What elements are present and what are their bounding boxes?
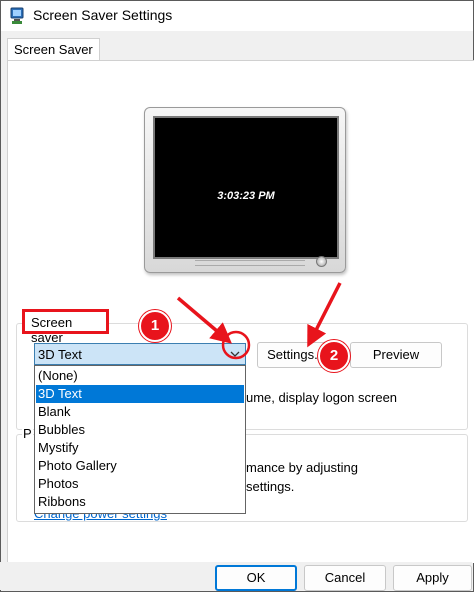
annotation-badge-2: 2 bbox=[318, 340, 350, 372]
annotation-circle bbox=[221, 330, 251, 360]
annotation-overlay bbox=[176, 282, 342, 360]
annotation-arrow-2 bbox=[307, 282, 342, 348]
annotation-arrow-1 bbox=[176, 296, 233, 344]
annotation-badge-1: 1 bbox=[139, 310, 171, 342]
